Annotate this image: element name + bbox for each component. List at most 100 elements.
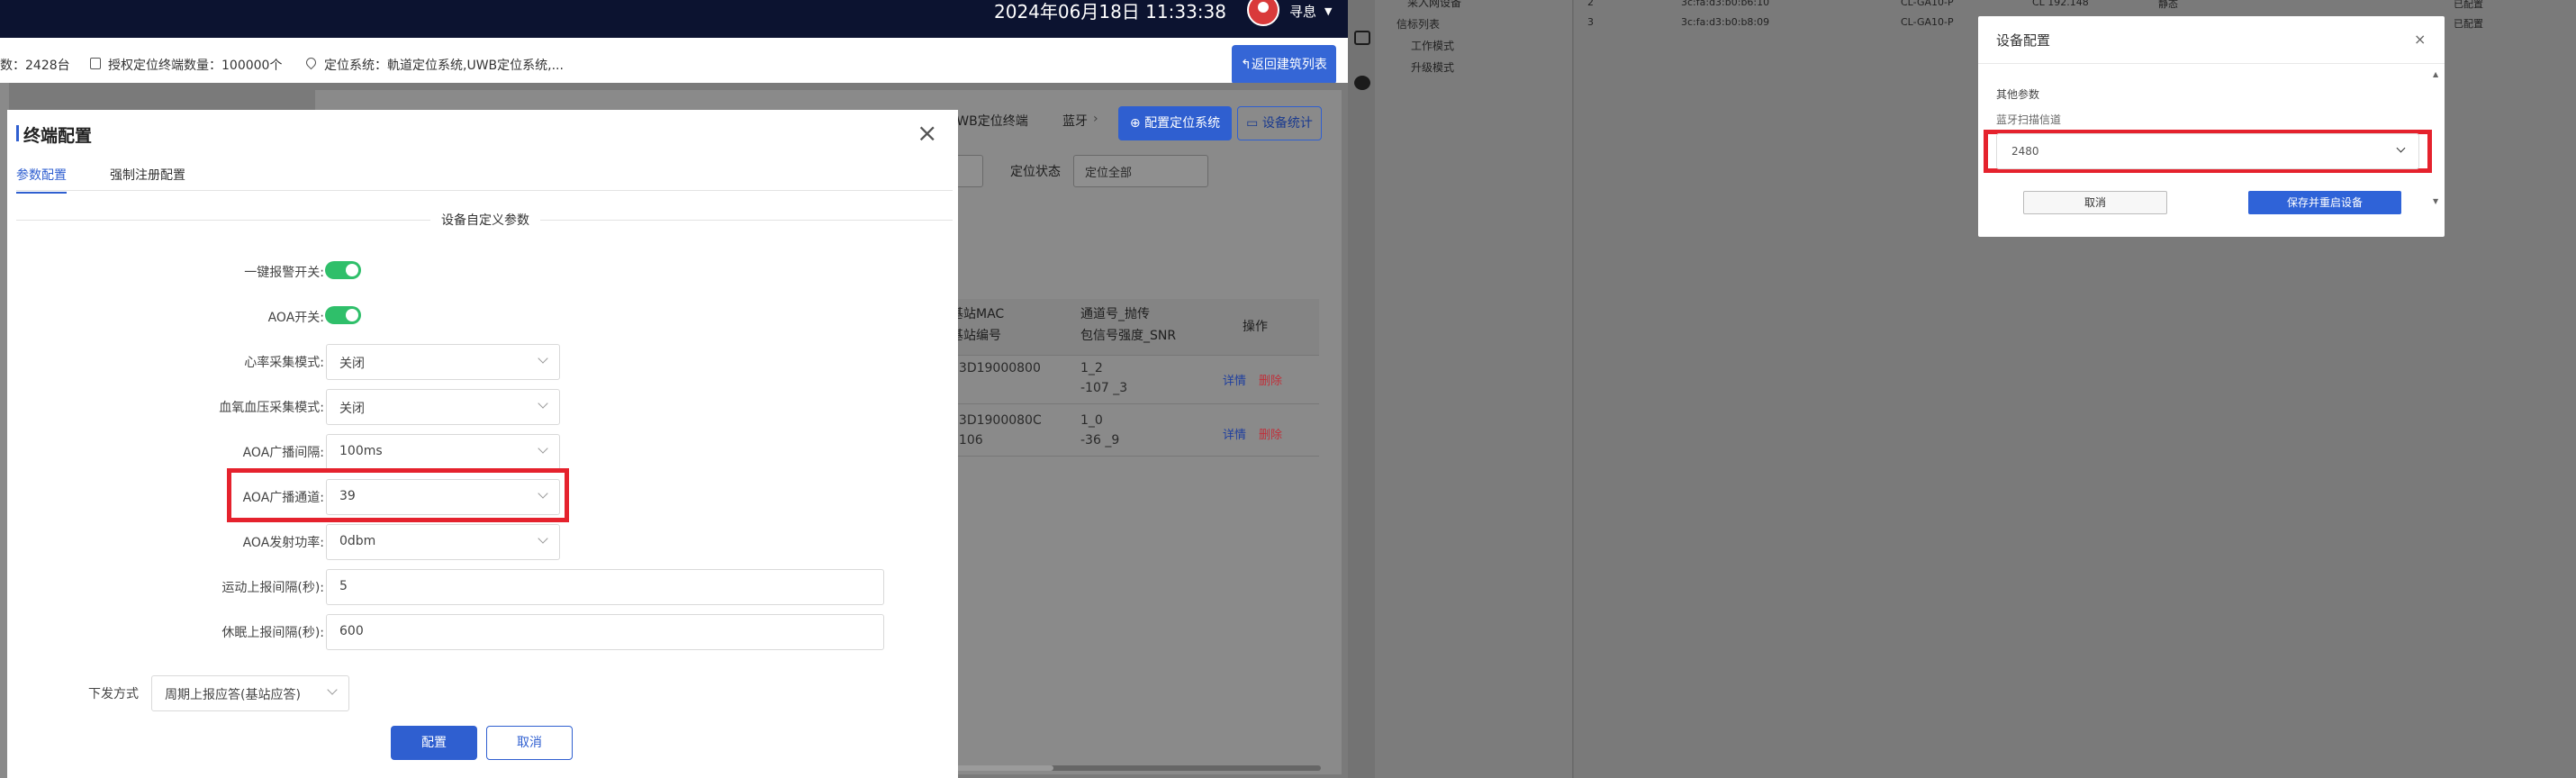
row2-delete-link[interactable]: 删除 <box>1259 425 1282 442</box>
bluetooth-scan-channel-select[interactable]: 2480 <box>1996 133 2419 169</box>
tab-force-register-config[interactable]: 强制注册配置 <box>110 166 185 192</box>
section-other-params: 其他参数 <box>1996 88 2040 101</box>
monitor-icon[interactable] <box>1354 31 1370 45</box>
cancel-button[interactable]: 取消 <box>2023 191 2167 214</box>
th-channel-line2: 包信号强度_SNR <box>1080 329 1177 343</box>
modal-tabs: 参数配置 强制注册配置 <box>16 160 953 194</box>
positioning-status-value: 定位全部 <box>1085 167 1133 180</box>
row-model: CL-GA10-P <box>1901 0 1954 8</box>
blood-select[interactable]: 关闭 <box>326 389 560 425</box>
close-icon[interactable]: × <box>2414 31 2426 48</box>
delivery-value: 周期上报应答(基站应答) <box>165 688 301 702</box>
positioning-system-text: 定位系统：軌道定位系统,UWB定位系统,... <box>324 59 564 73</box>
cancel-button[interactable]: 取消 <box>486 726 573 760</box>
left-app: 2024年06月18日 11:33:38 寻息 ▼ 数：2428台 授权定位终端… <box>0 0 1348 778</box>
chevron-down-icon <box>538 398 548 409</box>
motion-report-value: 5 <box>339 579 348 593</box>
confirm-config-button[interactable]: 配置 <box>391 726 477 760</box>
title-accent-bar <box>16 125 19 141</box>
tab-bluetooth[interactable]: 蓝牙 <box>1062 112 1088 130</box>
tab-param-config[interactable]: 参数配置 <box>16 166 67 194</box>
scroll-down-icon[interactable]: ▼ <box>2433 197 2438 205</box>
info-bar: 数：2428台 授权定位终端数量：100000个 定位系统：軌道定位系统,UWB… <box>0 50 1348 77</box>
chevron-down-icon <box>327 684 338 695</box>
row-model: CL-GA10-P <box>1901 16 1954 28</box>
aoa-channel-select[interactable]: 39 <box>326 479 560 515</box>
tab-uwb-terminal[interactable]: UWB定位终端 <box>947 112 1028 130</box>
sleep-report-input[interactable]: 600 <box>326 614 884 650</box>
sleep-report-value: 600 <box>339 624 364 638</box>
motion-report-input[interactable]: 5 <box>326 569 884 605</box>
scroll-up-icon[interactable]: ▲ <box>2433 70 2438 78</box>
tree-item-beacon-list[interactable]: 信标列表 <box>1396 16 1440 32</box>
row-divider <box>945 355 1319 356</box>
positioning-status-select[interactable]: 定位全部 <box>1073 155 1208 187</box>
heart-rate-select[interactable]: 关闭 <box>326 344 560 380</box>
row-status: 已配置 <box>2454 18 2483 30</box>
chevron-down-icon <box>2396 143 2406 153</box>
chevron-down-icon <box>538 533 548 544</box>
one-key-alarm-toggle[interactable] <box>325 261 361 279</box>
aoa-switch-toggle[interactable] <box>325 306 361 324</box>
bluetooth-scan-channel-value: 2480 <box>2011 145 2039 158</box>
chevron-down-icon[interactable]: ▼ <box>1324 5 1332 17</box>
aoa-power-select[interactable]: 0dbm <box>326 524 560 560</box>
user-avatar[interactable] <box>1247 0 1279 26</box>
column-divider <box>1573 0 1574 778</box>
device-config-modal: 设备配置 × 其他参数 蓝牙扫描信道 2480 ▲ ▼ 取消 保存并重启设备 <box>1978 16 2445 237</box>
bluetooth-scan-channel-label: 蓝牙扫描信道 <box>1996 113 2062 126</box>
back-to-building-list-button[interactable]: ↰返回建筑列表 <box>1232 45 1336 85</box>
top-header: 2024年06月18日 11:33:38 寻息 ▼ <box>0 0 1348 38</box>
th-mac-line1: 基站MAC <box>951 307 1005 321</box>
row-mac: 3c:fa:d3:b0:b6:10 <box>1681 0 1770 8</box>
chevron-down-icon <box>538 443 548 454</box>
positioning-status-label: 定位状态 <box>1010 165 1061 179</box>
license-icon <box>90 58 101 69</box>
aoa-power-label: AOA发射功率: <box>242 536 324 550</box>
row-ip: CL 192.148 <box>2032 0 2089 8</box>
aoa-interval-select[interactable]: 100ms <box>326 434 560 470</box>
row-mac: 3c:fa:d3:b0:b8:09 <box>1681 16 1770 28</box>
aoa-interval-value: 100ms <box>339 444 383 458</box>
heart-rate-label: 心率采集模式: <box>244 356 324 370</box>
row-index: 3 <box>1587 16 1594 28</box>
close-icon[interactable]: × <box>917 121 937 146</box>
row-divider <box>945 456 1319 457</box>
right-sidebar <box>1348 0 1375 778</box>
terminal-config-modal: 终端配置 × 参数配置 强制注册配置 设备自定义参数 一键报警开关: AOA开关… <box>7 110 958 778</box>
tree-item-upgrade-mode[interactable]: 升级模式 <box>1411 59 1454 75</box>
device-tree: 采入网设备 信标列表 工作模式 升级模式 <box>1375 0 1573 778</box>
row1-delete-link[interactable]: 删除 <box>1259 371 1282 388</box>
heart-rate-value: 关闭 <box>339 357 365 371</box>
save-and-restart-button[interactable]: 保存并重启设备 <box>2248 191 2401 214</box>
sleep-report-label: 休眠上报间隔(秒): <box>221 626 324 640</box>
header-username[interactable]: 寻息 <box>1289 2 1316 21</box>
right-app: 采入网设备 信标列表 工作模式 升级模式 2 3c:fa:d3:b0:b6:10… <box>1348 0 2576 778</box>
th-channel-line1: 通道号_抛传 <box>1080 307 1150 321</box>
configure-positioning-system-button[interactable]: ⊕ 配置定位系统 <box>1118 106 1232 140</box>
device-count-text: 数：2428台 <box>0 59 70 73</box>
delivery-select[interactable]: 周期上报应答(基站应答) <box>151 675 349 711</box>
row1-signal-line2: -107 _3 <box>1080 381 1128 395</box>
chevron-down-icon <box>538 488 548 499</box>
row2-detail-link[interactable]: 详情 <box>1223 425 1246 442</box>
help-icon[interactable] <box>1354 76 1370 90</box>
row1-signal-line1: 1_2 <box>1080 361 1103 375</box>
aoa-channel-value: 39 <box>339 489 356 503</box>
row2-signal-line2: -36 _9 <box>1080 433 1120 448</box>
tree-item-network-device[interactable]: 采入网设备 <box>1407 0 1461 10</box>
row1-detail-link[interactable]: 详情 <box>1223 371 1246 388</box>
tree-item-work-mode[interactable]: 工作模式 <box>1411 38 1454 53</box>
title-divider <box>1978 63 2445 64</box>
row-divider <box>945 403 1319 404</box>
vertical-scrollbar[interactable]: ▲ ▼ <box>2433 70 2440 205</box>
modal-title: 终端配置 <box>23 126 93 146</box>
th-actions: 操作 <box>1243 320 1268 334</box>
row2-signal-line1: 1_0 <box>1080 413 1103 428</box>
license-text: 授权定位终端数量：100000个 <box>108 59 283 73</box>
horizontal-scrollbar-thumb[interactable] <box>954 765 1053 771</box>
row2-mac-line1: 23D1900080C <box>951 413 1042 428</box>
modal-title: 设备配置 <box>1996 32 2051 49</box>
tab-next-chevron-icon[interactable]: › <box>1093 112 1098 126</box>
device-statistics-button[interactable]: ▭ 设备统计 <box>1237 106 1322 140</box>
